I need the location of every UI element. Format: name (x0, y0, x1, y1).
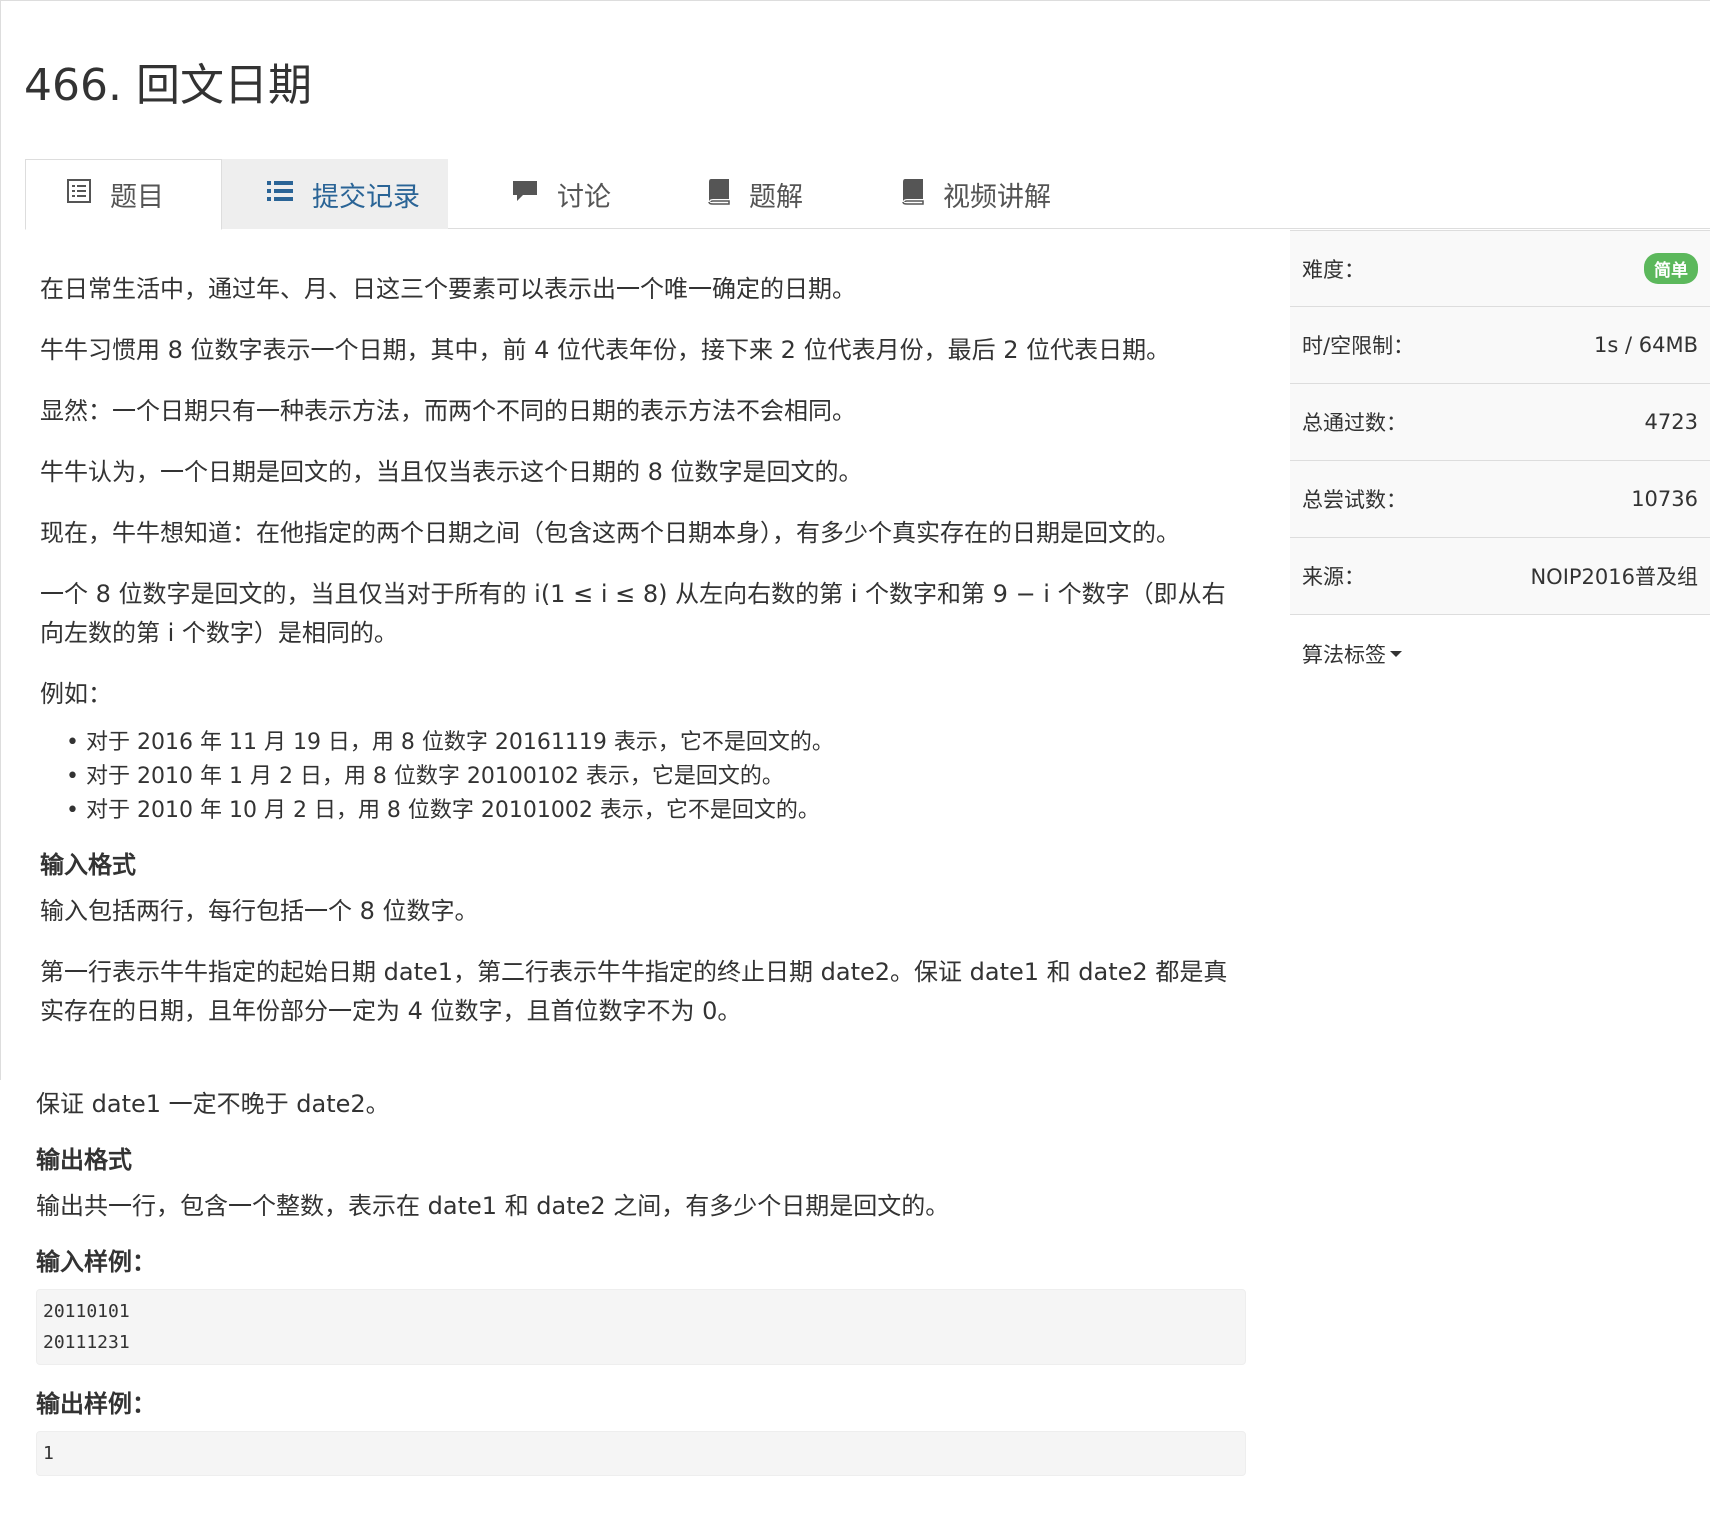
input-format-heading: 输入格式 (40, 851, 136, 879)
tab-bar: 题目 提交记录 讨论 题解 视频讲解 (25, 159, 1710, 230)
source-row: 来源： NOIP2016普及组 (1290, 538, 1710, 615)
statement-paragraph: 在日常生活中，通过年、月、日这三个要素可以表示出一个唯一确定的日期。 (40, 275, 856, 303)
passed-row: 总通过数： 4723 (1290, 384, 1710, 461)
sample-output-heading: 输出样例： (36, 1390, 156, 1418)
statement-paragraph: 输入包括两行，每行包括一个 8 位数字。 (40, 897, 479, 925)
passed-label: 总通过数： (1302, 411, 1407, 435)
caret-down-icon (1390, 650, 1402, 657)
passed-value: 4723 (1644, 410, 1698, 434)
source-value[interactable]: NOIP2016普及组 (1530, 561, 1698, 591)
tried-label: 总尝试数： (1302, 488, 1407, 512)
tried-value: 10736 (1631, 487, 1698, 511)
sample-input-block[interactable]: 20110101 20111231 (36, 1289, 1246, 1365)
difficulty-badge: 简单 (1644, 253, 1698, 284)
statement-paragraph: 牛牛习惯用 8 位数字表示一个日期，其中，前 4 位代表年份，接下来 2 位代表… (40, 336, 1171, 364)
tab-submissions-label: 提交记录 (312, 181, 420, 213)
statement-paragraph: 显然：一个日期只有一种表示方法，而两个不同的日期的表示方法不会相同。 (40, 397, 856, 425)
tab-problem[interactable]: 题目 (25, 159, 222, 230)
statement-paragraph: 保证 date1 一定不晚于 date2。 (36, 1090, 390, 1118)
tab-video[interactable]: 视频讲解 (899, 159, 1099, 229)
list-item: 对于 2010 年 10 月 2 日，用 8 位数字 20101002 表示，它… (66, 794, 1245, 828)
tab-solutions[interactable]: 题解 (705, 159, 855, 229)
tab-solutions-label: 题解 (749, 181, 803, 213)
problem-statement-continued: 保证 date1 一定不晚于 date2。 输出格式 输出共一行，包含一个整数，… (36, 1085, 1246, 1498)
examples-list: 对于 2016 年 11 月 19 日，用 8 位数字 20161119 表示，… (66, 726, 1245, 828)
statement-paragraph: 第一行表示牛牛指定的起始日期 date1，第二行表示牛牛指定的终止日期 date… (40, 958, 1228, 1025)
page-title: 466. 回文日期 (24, 60, 312, 111)
list-item: 对于 2016 年 11 月 19 日，用 8 位数字 20161119 表示，… (66, 726, 1245, 760)
output-format-heading: 输出格式 (36, 1146, 132, 1174)
tab-submissions[interactable]: 提交记录 (222, 159, 448, 229)
statement-paragraph: 现在，牛牛想知道：在他指定的两个日期之间（包含这两个日期本身），有多少个真实存在… (40, 519, 1180, 547)
sample-input-heading: 输入样例： (36, 1248, 156, 1276)
tab-discussion-label: 讨论 (557, 181, 611, 213)
comment-icon (511, 178, 539, 211)
algorithm-tags-toggle[interactable]: 算法标签 (1290, 615, 1710, 692)
tab-video-label: 视频讲解 (943, 181, 1051, 213)
statement-paragraph: 输出共一行，包含一个整数，表示在 date1 和 date2 之间，有多少个日期… (36, 1192, 950, 1220)
difficulty-row: 难度： 简单 (1290, 230, 1710, 307)
limit-label: 时/空限制： (1302, 334, 1415, 358)
tried-row: 总尝试数： 10736 (1290, 461, 1710, 538)
difficulty-label: 难度： (1302, 257, 1365, 282)
problem-info-sidebar: 难度： 简单 时/空限制： 1s / 64MB 总通过数： 4723 总尝试数：… (1290, 230, 1710, 692)
book-icon (899, 177, 925, 212)
sample-output-block[interactable]: 1 (36, 1431, 1246, 1476)
problem-statement: 在日常生活中，通过年、月、日这三个要素可以表示出一个唯一确定的日期。 牛牛习惯用… (40, 270, 1245, 1053)
tab-discussion[interactable]: 讨论 (511, 159, 661, 229)
list-item: 对于 2010 年 1 月 2 日，用 8 位数字 20100102 表示，它是… (66, 760, 1245, 794)
statement-paragraph: 例如： (40, 680, 112, 708)
list-alt-icon (66, 178, 92, 211)
tab-problem-label: 题目 (110, 182, 164, 213)
limit-row: 时/空限制： 1s / 64MB (1290, 307, 1710, 384)
limit-value: 1s / 64MB (1594, 333, 1698, 357)
statement-paragraph: 牛牛认为，一个日期是回文的，当且仅当表示这个日期的 8 位数字是回文的。 (40, 458, 863, 486)
list-icon (266, 178, 294, 211)
source-label: 来源： (1302, 565, 1365, 589)
statement-paragraph: 一个 8 位数字是回文的，当且仅当对于所有的 i(1 ≤ i ≤ 8) 从左向右… (40, 580, 1226, 647)
book-icon (705, 177, 731, 212)
algorithm-tags-label: 算法标签 (1302, 642, 1386, 667)
